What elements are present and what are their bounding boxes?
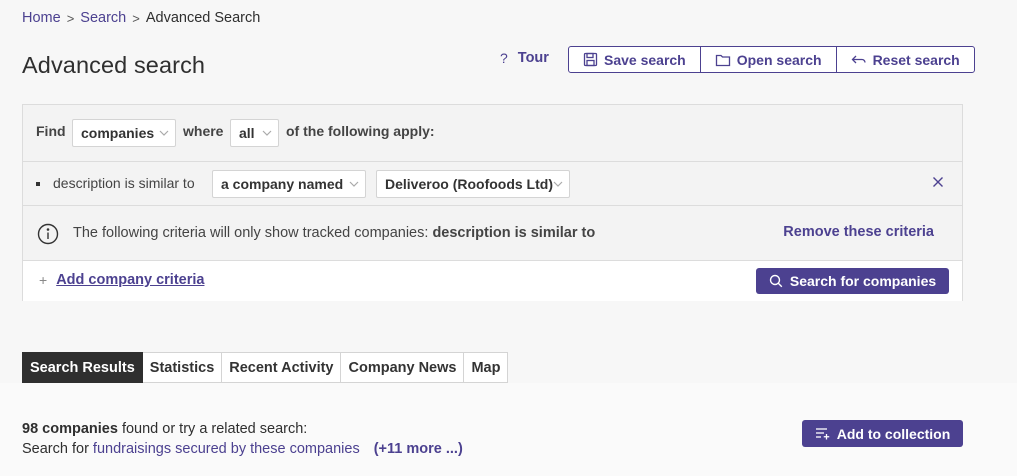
find-row: Find companies where all of the followin… <box>23 105 962 162</box>
entity-select-value: companies <box>81 125 155 141</box>
breadcrumb-separator: > <box>132 10 140 26</box>
results-found-text: found or try a related search: <box>117 421 308 437</box>
reset-search-button[interactable]: Reset search <box>837 47 974 72</box>
undo-icon <box>851 55 866 63</box>
save-icon <box>583 52 598 67</box>
search-for-text: Search for <box>22 441 93 457</box>
remove-criteria-link[interactable]: Remove these criteria <box>783 224 934 240</box>
tab-map[interactable]: Map <box>464 352 509 383</box>
criterion-mode-value: a company named <box>221 176 344 192</box>
tour-link[interactable]: ? Tour <box>500 50 549 66</box>
more-related-link[interactable]: (+11 more ...) <box>374 441 463 457</box>
close-icon[interactable] <box>932 176 944 188</box>
page-title: Advanced search <box>22 52 206 78</box>
search-icon <box>769 274 783 288</box>
results-count: 98 companies <box>22 421 118 437</box>
open-search-label: Open search <box>736 51 822 68</box>
search-for-companies-button[interactable]: Search for companies <box>756 268 949 294</box>
tour-label: Tour <box>517 50 549 66</box>
breadcrumb: Home > Search > Advanced Search <box>22 10 260 26</box>
info-icon <box>37 223 59 245</box>
add-to-collection-button[interactable]: Add to collection <box>802 420 963 447</box>
match-select-value: all <box>239 125 255 141</box>
tab-company-news[interactable]: Company News <box>341 352 465 383</box>
add-to-collection-label: Add to collection <box>836 425 951 442</box>
save-search-label: Save search <box>604 51 686 68</box>
results-tabs: Search Results Statistics Recent Activit… <box>22 352 509 383</box>
criterion-row: description is similar to a company name… <box>23 162 962 206</box>
apply-label: of the following apply: <box>286 123 435 139</box>
add-company-criteria-link[interactable]: Add company criteria <box>56 272 204 288</box>
tracked-notice-criteria: description is similar to <box>432 225 596 241</box>
chevron-down-icon <box>553 181 563 187</box>
criterion-label: description is similar to <box>53 175 195 191</box>
tracked-notice-text: The following criteria will only show tr… <box>73 225 595 241</box>
entity-select[interactable]: companies <box>72 119 176 147</box>
breadcrumb-separator: > <box>66 10 75 26</box>
find-label: Find <box>36 123 66 139</box>
tracked-notice-row: The following criteria will only show tr… <box>23 206 962 261</box>
results-summary: 98 companies found or try a related sear… <box>22 421 307 437</box>
add-list-icon <box>815 428 829 440</box>
chevron-down-icon <box>159 130 169 136</box>
panel-actions-row: + Add company criteria Search for compan… <box>23 261 962 301</box>
search-for-companies-label: Search for companies <box>789 273 937 289</box>
save-search-button[interactable]: Save search <box>569 47 701 72</box>
folder-icon <box>715 54 730 66</box>
breadcrumb-home-link[interactable]: Home <box>22 10 61 26</box>
related-search: Search for fundraisings secured by these… <box>22 441 463 457</box>
breadcrumb-current: Advanced Search <box>145 10 261 26</box>
tracked-notice-prefix: The following criteria will only show tr… <box>73 225 433 241</box>
search-criteria-panel: Find companies where all of the followin… <box>22 104 963 301</box>
reset-search-label: Reset search <box>872 51 960 68</box>
add-criteria: + Add company criteria <box>39 272 204 288</box>
bullet <box>36 182 40 186</box>
company-select-value: Deliveroo (Roofoods Ltd) <box>385 176 553 192</box>
tab-search-results[interactable]: Search Results <box>22 352 143 383</box>
plus-icon: + <box>39 272 48 288</box>
chevron-down-icon <box>349 181 359 187</box>
tab-recent-activity[interactable]: Recent Activity <box>222 352 342 383</box>
breadcrumb-search-link[interactable]: Search <box>80 10 126 26</box>
question-icon: ? <box>500 50 508 66</box>
criterion-mode-select[interactable]: a company named <box>212 170 366 198</box>
related-search-link[interactable]: fundraisings secured by these companies <box>93 441 360 457</box>
open-search-button[interactable]: Open search <box>701 47 837 72</box>
match-select[interactable]: all <box>230 119 279 147</box>
chevron-down-icon <box>262 130 272 136</box>
where-label: where <box>183 123 224 139</box>
search-actions-group: Save search Open search Reset search <box>568 46 975 73</box>
company-select[interactable]: Deliveroo (Roofoods Ltd) <box>376 170 570 198</box>
tab-statistics[interactable]: Statistics <box>142 352 223 383</box>
